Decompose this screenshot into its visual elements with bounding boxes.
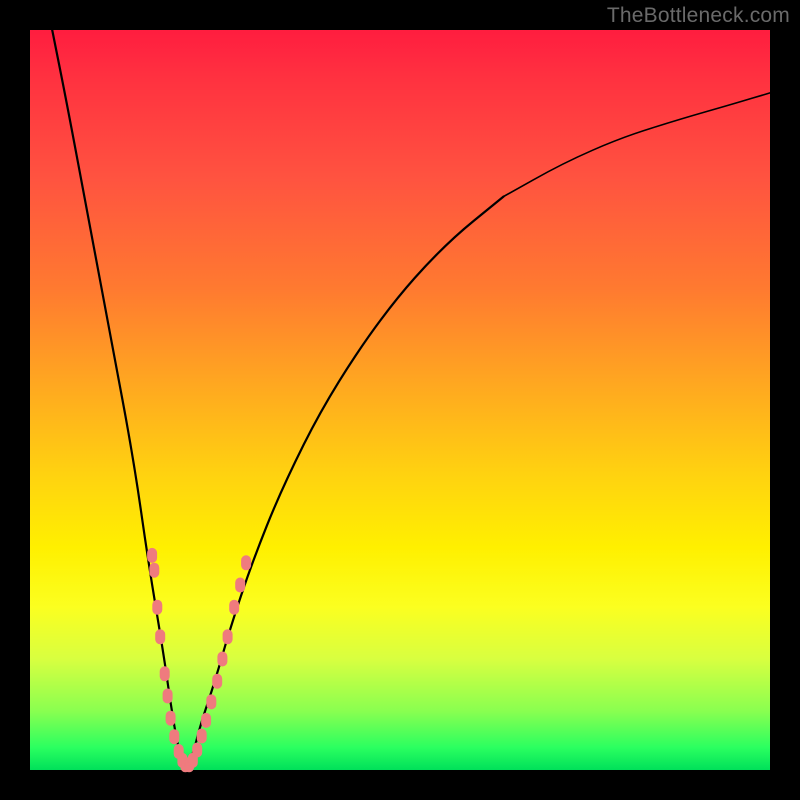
sample-dot	[150, 563, 159, 577]
sample-dot	[202, 713, 211, 727]
sample-dot	[218, 652, 227, 666]
bottleneck-curve	[52, 30, 503, 766]
sample-dot	[236, 578, 245, 592]
sample-dot	[213, 674, 222, 688]
sample-dot	[223, 630, 232, 644]
sample-dot	[197, 729, 206, 743]
sample-dot	[148, 548, 157, 562]
sample-dot	[153, 600, 162, 614]
curve-svg	[30, 30, 770, 770]
sample-dot	[242, 556, 251, 570]
bottleneck-curve-right-tail	[504, 93, 770, 197]
sample-dots-group	[148, 548, 251, 771]
sample-dot	[166, 711, 175, 725]
sample-dot	[207, 695, 216, 709]
sample-dot	[193, 743, 202, 757]
sample-dot	[163, 689, 172, 703]
sample-dot	[156, 630, 165, 644]
plot-area	[30, 30, 770, 770]
chart-frame: TheBottleneck.com	[0, 0, 800, 800]
watermark-text: TheBottleneck.com	[607, 4, 790, 28]
sample-dot	[170, 730, 179, 744]
sample-dot	[160, 667, 169, 681]
sample-dot	[230, 600, 239, 614]
